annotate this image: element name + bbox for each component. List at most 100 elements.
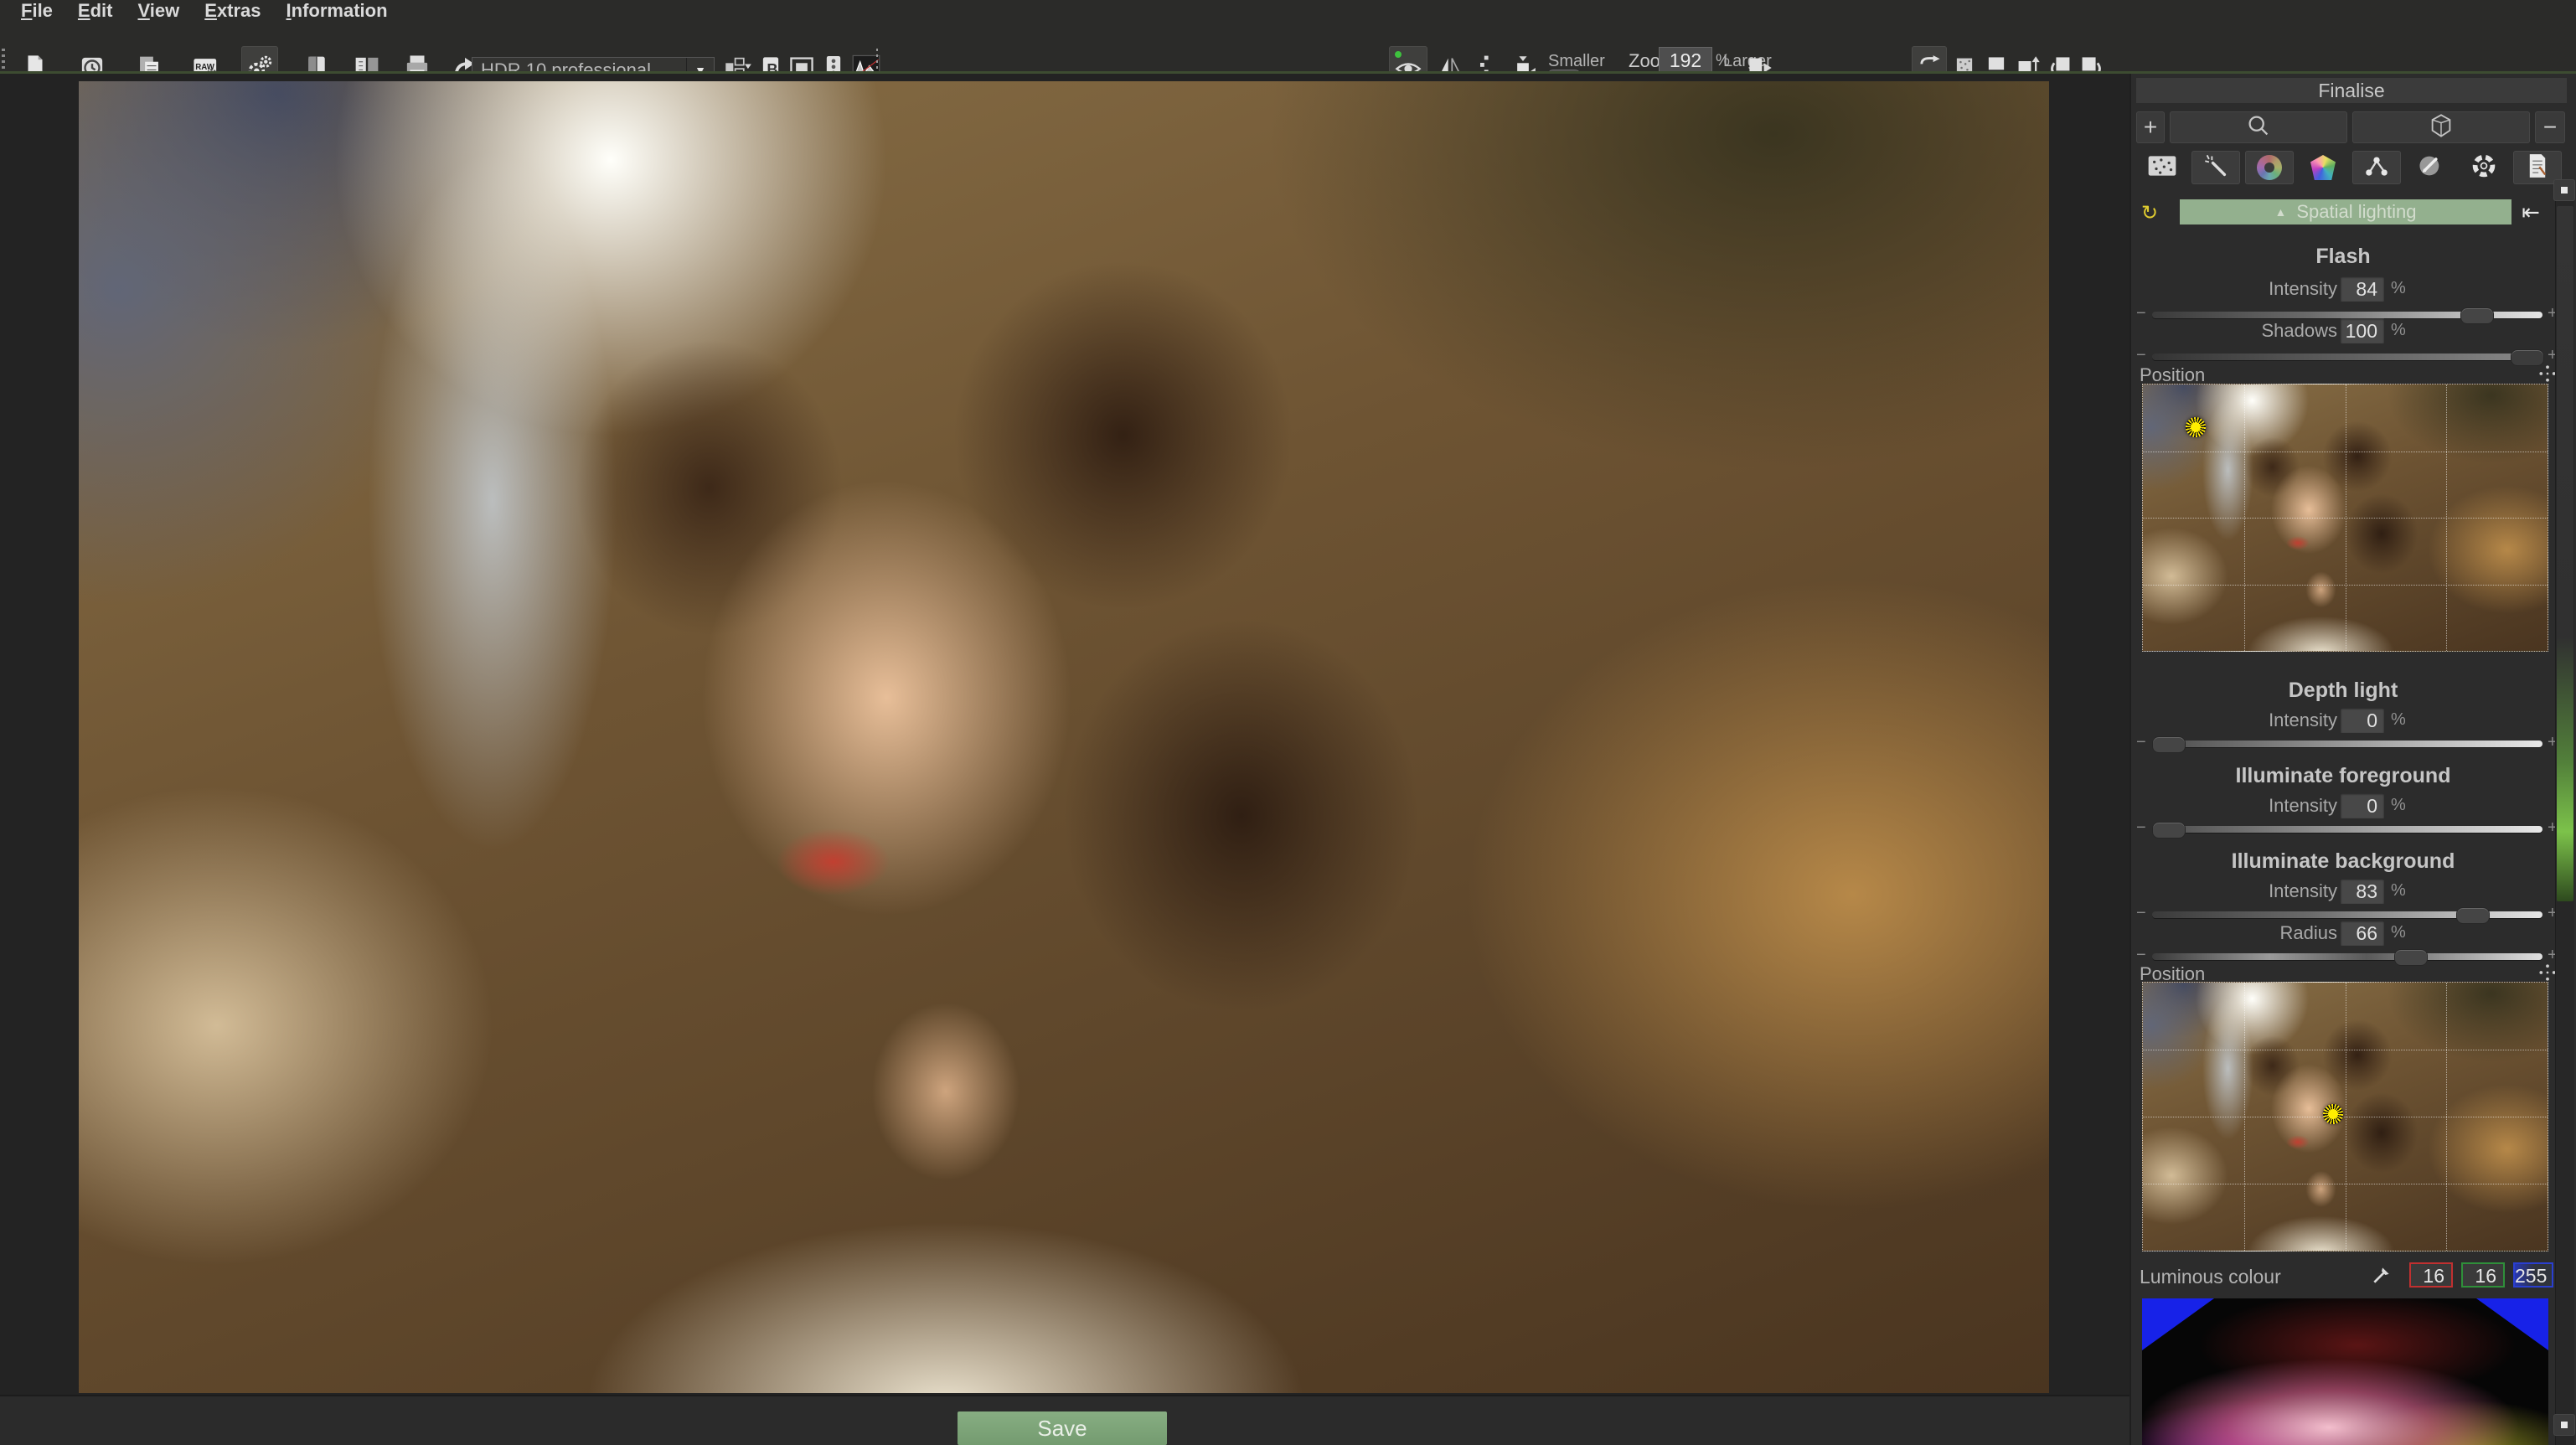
grid-line — [2143, 518, 2548, 519]
illuminate-background-radius-handle[interactable] — [2394, 949, 2428, 966]
illuminate-background-slider[interactable] — [2152, 911, 2542, 918]
illuminate-background-radius-value[interactable]: 66 — [2341, 921, 2384, 946]
section-header-spatial-lighting[interactable]: ▲ Spatial lighting — [2180, 199, 2511, 224]
background-position-thumbnail[interactable] — [2142, 982, 2548, 1251]
slider-minus[interactable]: − — [2136, 733, 2146, 752]
main-photo-preview[interactable] — [79, 81, 2049, 1393]
illuminate-foreground-slider[interactable] — [2152, 826, 2542, 833]
editing-canvas-area — [0, 74, 2129, 1395]
flash-shadows-unit: % — [2391, 321, 2406, 340]
menu-view[interactable]: View — [138, 0, 180, 22]
aperture-icon — [2471, 153, 2496, 183]
cube-icon — [2429, 113, 2454, 142]
status-bar: Save — [0, 1395, 2129, 1445]
refresh-icon: ↻ — [2141, 201, 2158, 225]
scrollbar-down-button[interactable] — [2553, 1414, 2575, 1436]
depth-light-slider[interactable] — [2152, 741, 2542, 747]
flash-shadows-handle[interactable] — [2511, 349, 2544, 366]
palette-brush-icon — [2417, 153, 2444, 183]
group-title-depth-light: Depth light — [2138, 679, 2548, 703]
tab-retouch[interactable] — [2191, 151, 2240, 184]
colour-cube-icon — [2310, 155, 2336, 180]
grain-noise-icon — [2147, 154, 2177, 182]
depth-light-intensity-unit: % — [2391, 710, 2406, 730]
application-window: File Edit View Extras Information RAW — [0, 0, 2576, 1445]
slider-minus[interactable]: − — [2136, 346, 2146, 365]
depth-light-intensity-value[interactable]: 0 — [2341, 708, 2384, 733]
illuminate-foreground-intensity-row: Intensity 0 % — [2131, 793, 2567, 818]
menu-extras[interactable]: Extras — [204, 0, 261, 22]
flash-shadows-value[interactable]: 100 — [2341, 318, 2384, 343]
illuminate-background-intensity-unit: % — [2391, 881, 2406, 901]
search-input[interactable] — [2170, 111, 2347, 143]
flash-intensity-slider[interactable] — [2152, 312, 2542, 318]
flash-shadows-label: Shadows — [2131, 320, 2337, 342]
menu-information[interactable]: Information — [287, 0, 388, 22]
nodes-icon — [2363, 153, 2390, 183]
dock-panel-button[interactable]: ⇤ — [2517, 199, 2545, 224]
depth-light-intensity-label: Intensity — [2131, 710, 2337, 731]
illuminate-foreground-intensity-label: Intensity — [2131, 795, 2337, 817]
tab-colour-cube[interactable] — [2299, 151, 2347, 184]
colour-wheel-icon — [2257, 155, 2282, 180]
magic-pen-icon — [2203, 153, 2228, 183]
illuminate-foreground-handle[interactable] — [2152, 822, 2186, 839]
scroll-up-icon — [2561, 187, 2568, 194]
slider-minus[interactable]: − — [2136, 946, 2146, 965]
flash-intensity-row: Intensity 84 % — [2131, 276, 2567, 302]
luminous-colour-label: Luminous colour — [2140, 1266, 2281, 1288]
group-title-illuminate-background: Illuminate background — [2138, 849, 2548, 874]
flash-intensity-label: Intensity — [2131, 278, 2337, 300]
illuminate-background-intensity-row: Intensity 83 % — [2131, 879, 2567, 904]
illuminate-background-radius-row: Radius 66 % — [2131, 921, 2567, 946]
add-filter-button[interactable]: + — [2136, 111, 2165, 143]
illuminate-foreground-intensity-value[interactable]: 0 — [2341, 793, 2384, 818]
tab-aperture[interactable] — [2460, 151, 2508, 184]
tab-palette[interactable] — [2406, 151, 2455, 184]
illuminate-foreground-intensity-unit: % — [2391, 796, 2406, 815]
flash-position-thumbnail[interactable] — [2142, 384, 2548, 652]
luminous-colour-field[interactable] — [2142, 1298, 2548, 1445]
illuminate-background-intensity-value[interactable]: 83 — [2341, 879, 2384, 904]
illuminate-background-radius-slider[interactable] — [2152, 953, 2542, 960]
tab-grain[interactable] — [2138, 151, 2186, 184]
panel-scrollbar-thumb[interactable] — [2557, 206, 2573, 901]
flash-shadows-row: Shadows 100 % — [2131, 318, 2567, 343]
light-source-marker[interactable] — [2186, 417, 2206, 437]
luminous-colour-red-value[interactable]: 16 — [2409, 1262, 2453, 1288]
group-title-flash: Flash — [2138, 245, 2548, 269]
light-source-marker[interactable] — [2323, 1104, 2343, 1124]
tab-colour-wheel[interactable] — [2245, 151, 2294, 184]
collapse-triangle-icon: ▲ — [2275, 205, 2287, 219]
menu-file[interactable]: File — [21, 0, 53, 22]
luminous-colour-green-value[interactable]: 16 — [2461, 1262, 2505, 1288]
menu-bar: File Edit View Extras Information — [0, 0, 2576, 22]
illuminate-background-radius-unit: % — [2391, 923, 2406, 942]
illuminate-background-radius-label: Radius — [2131, 922, 2337, 944]
zoom-value-field[interactable]: 192 — [1659, 47, 1712, 74]
main-toolbar: RAW HDR 10 professional ▼ B — [0, 22, 2576, 72]
flash-intensity-value[interactable]: 84 — [2341, 276, 2384, 302]
slider-minus[interactable]: − — [2136, 818, 2146, 838]
save-button[interactable]: Save — [958, 1411, 1167, 1445]
illuminate-foreground-slider-row: − + — [2131, 823, 2567, 842]
document-text-icon — [2526, 153, 2549, 183]
section-header-label: Spatial lighting — [2296, 201, 2416, 223]
grid-line — [2143, 585, 2548, 586]
colour-picker-pipette-icon[interactable] — [2371, 1264, 2393, 1290]
tab-nodes[interactable] — [2352, 151, 2401, 184]
remove-filter-button[interactable]: − — [2535, 111, 2565, 143]
arrow-to-left-icon: ⇤ — [2522, 199, 2540, 225]
menu-edit[interactable]: Edit — [78, 0, 113, 22]
flash-shadows-slider[interactable] — [2152, 354, 2542, 360]
luminous-colour-blue-value[interactable]: 255 — [2513, 1262, 2553, 1288]
reset-section-button[interactable]: ↻ — [2138, 201, 2161, 224]
search-icon — [2246, 113, 2271, 142]
3d-lut-button[interactable] — [2352, 111, 2530, 143]
depth-light-handle[interactable] — [2152, 736, 2186, 753]
active-indicator-dot — [1395, 51, 1402, 58]
scroll-down-icon — [2561, 1422, 2568, 1428]
scrollbar-up-button[interactable] — [2553, 179, 2575, 201]
flash-intensity-unit: % — [2391, 279, 2406, 298]
depth-light-intensity-row: Intensity 0 % — [2131, 708, 2567, 733]
